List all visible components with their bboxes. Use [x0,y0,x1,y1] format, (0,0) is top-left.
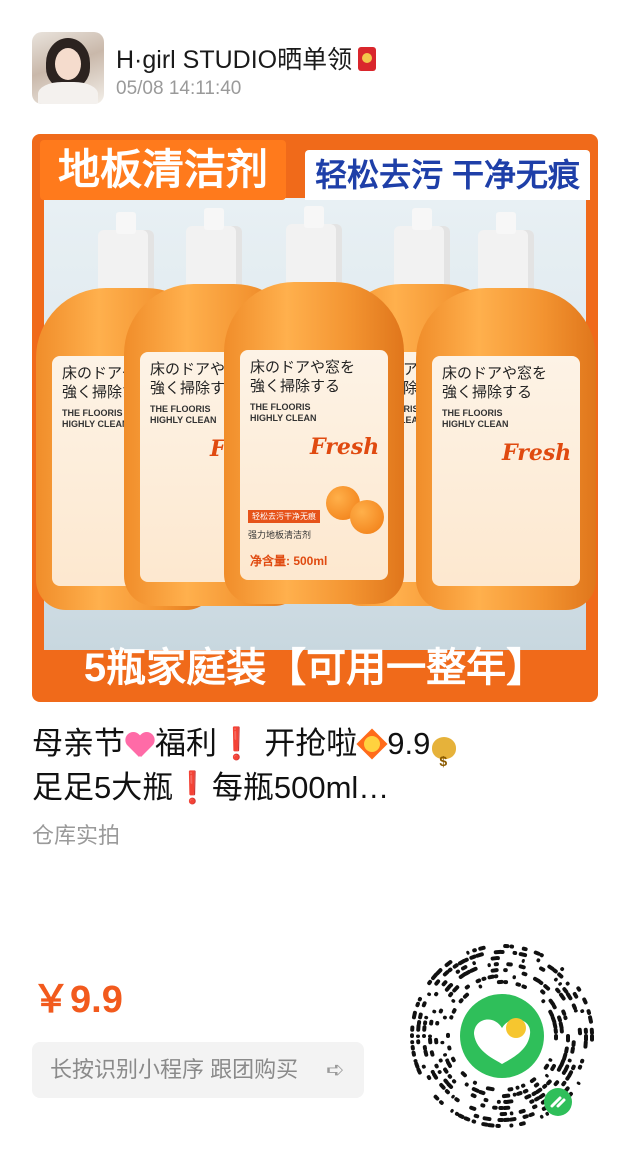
bottle-small-tag: 轻松去污干净无痕 [248,510,320,523]
bottle-fresh-text: Fresh [310,434,380,460]
description-line-1: 母亲节 福利❗ 开抢啦 9.9 [32,722,598,783]
arrow-icon: ➪ [326,1057,345,1082]
author-name[interactable]: H·girl STUDIO晒单领 [116,40,377,76]
description-text: 福利 [155,726,217,761]
product-title-right: 轻松去污 干净无痕 [305,150,590,200]
post-header: H·girl STUDIO晒单领 05/08 14:11:40 [32,32,598,104]
price: ￥9.9 [32,979,123,1021]
description-text: 开抢啦 [255,726,358,761]
mini-program-qr-code[interactable] [408,942,596,1130]
exclamation-icon: ❗ [217,726,256,761]
exclamation-icon: ❗ [173,770,212,805]
description-text: 母亲节 [32,726,125,761]
orange-icon [350,500,384,534]
subtext: 仓库实拍 [32,823,121,848]
bottle-front-center: 床のドアや窓を 強く掃除する THE FLOORIS HIGHLY CLEAN … [224,206,404,604]
description-text: 每瓶500ml… [211,770,390,805]
description-line-2: 足足5大瓶❗每瓶500ml… [32,766,598,810]
group-buy-label: 长按识别小程序 跟团购买 [50,1057,299,1082]
bottle-volume: 净含量: 500ml [250,554,328,568]
avatar[interactable] [32,32,104,104]
qr-code-graphic [410,944,594,1128]
collision-icon [357,729,387,759]
bottle-en-text: THE FLOORIS HIGHLY CLEAN [250,402,317,423]
bottle-small-text: 强力地板清洁剂 [248,530,312,540]
product-title-left: 地板清洁剂 [40,140,287,200]
money-bag-icon [430,729,458,783]
post-time: 05/08 14:11:40 [116,78,242,99]
product-description: 母亲节福利❗ 开抢啦9.9 足足5大瓶❗每瓶500ml… [32,722,598,810]
heart-icon [125,731,155,759]
group-buy-button[interactable]: 长按识别小程序 跟团购买 ➪ [32,1042,364,1098]
description-price-text: 9.9 [387,726,431,761]
red-envelope-icon [358,47,377,71]
bottle-jp-text: 床のドアや窓を 強く掃除する [250,359,356,395]
product-image[interactable]: 地板清洁剂 轻松去污 干净无痕 床のドアや窓を 強く掃除するTHE FLOORI… [32,134,598,702]
description-text: 足足5大瓶 [32,770,174,805]
product-bottom-banner: 5瓶家庭装【可用一整年】 [83,646,547,690]
author-name-text: H·girl STUDIO晒单领 [116,46,353,74]
bottle-far-right: 床のドアや窓を 強く掃除する THE FLOORIS HIGHLY CLEAN Fr… [416,212,596,610]
